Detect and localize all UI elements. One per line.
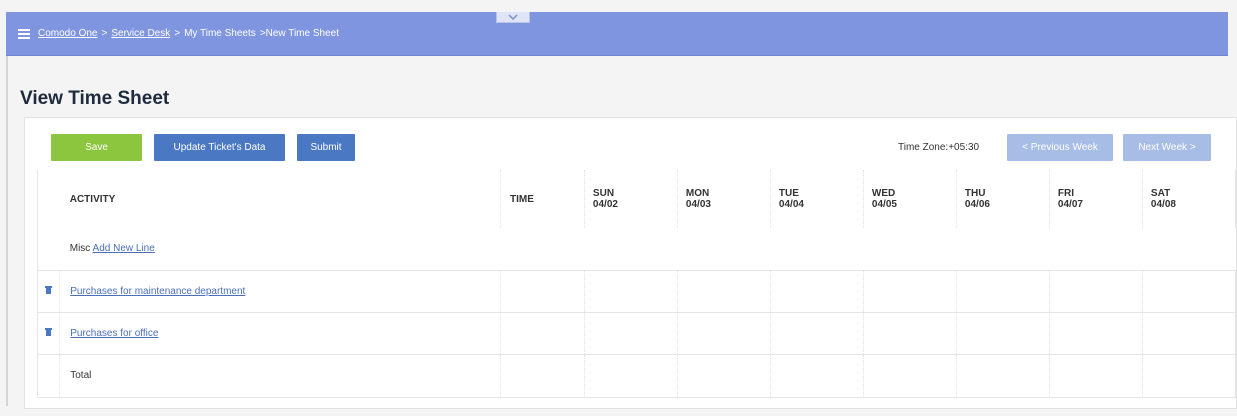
activity-link[interactable]: Purchases for office (70, 328, 158, 339)
day-cell[interactable] (1141, 269, 1237, 312)
breadcrumb-new-time-sheet: New Time Sheet (265, 28, 339, 39)
save-button[interactable]: Save (51, 134, 142, 161)
day-cell[interactable] (1048, 269, 1143, 312)
day-name: TUE (778, 188, 799, 199)
misc-cell: Misc Add New Line (60, 228, 1236, 270)
day-cell[interactable] (1048, 311, 1143, 354)
previous-week-button[interactable]: < Previous Week (1007, 134, 1113, 161)
trash-icon[interactable] (45, 285, 53, 294)
table-row: Purchases for maintenance department (36, 269, 1237, 312)
activity-cell: Purchases for office (59, 311, 501, 354)
day-name: THU (964, 188, 986, 199)
total-row: Total (36, 353, 1237, 398)
day-cell[interactable] (955, 269, 1050, 312)
total-day-cell (955, 353, 1050, 398)
day-name: SUN (592, 188, 615, 199)
total-day-cell (862, 353, 957, 398)
page-left-border (6, 56, 8, 406)
total-label: Total (59, 353, 501, 398)
day-header-tue: TUE 04/04 (769, 170, 864, 228)
activity-link[interactable]: Purchases for maintenance department (70, 286, 245, 297)
chevron-down-icon (508, 14, 518, 20)
breadcrumb-comodo-one[interactable]: Comodo One (38, 28, 97, 39)
total-day-cell (1048, 353, 1143, 398)
timesheet-panel: Save Update Ticket's Data Submit Time Zo… (24, 117, 1237, 409)
day-cell[interactable] (955, 311, 1050, 354)
total-time-cell (500, 353, 585, 398)
day-cell[interactable] (1141, 311, 1237, 354)
day-header-fri: FRI 04/07 (1048, 170, 1143, 228)
day-date: 04/07 (1057, 199, 1083, 210)
day-date: 04/05 (871, 199, 897, 210)
total-day-cell (676, 353, 771, 398)
top-navigation-bar: Comodo One > Service Desk > My Time Shee… (6, 12, 1228, 56)
day-cell[interactable] (769, 311, 864, 354)
day-name: FRI (1057, 188, 1075, 199)
time-cell (500, 311, 585, 354)
day-header-mon: MON 04/03 (676, 170, 771, 228)
menu-icon[interactable] (18, 28, 30, 39)
day-header-wed: WED 04/05 (862, 170, 957, 228)
misc-row: Misc Add New Line (36, 228, 1236, 270)
breadcrumb-my-time-sheets: My Time Sheets (184, 28, 256, 39)
timezone-label: Time Zone:+05:30 (898, 142, 980, 153)
breadcrumb-separator: > (174, 28, 181, 39)
trash-icon[interactable] (45, 327, 53, 336)
breadcrumb-separator: > (101, 28, 108, 39)
day-header-thu: THU 04/06 (955, 170, 1050, 228)
day-name: SAT (1150, 188, 1171, 199)
day-date: 04/06 (964, 199, 990, 210)
day-name: MON (685, 188, 710, 199)
next-week-button[interactable]: Next Week > (1123, 134, 1211, 161)
activity-header: ACTIVITY (69, 193, 116, 205)
day-name: WED (871, 188, 896, 199)
table-header-row: ACTIVITY TIME SUN 04/02 MON 04/03 TUE 04/04… (36, 170, 1237, 228)
update-tickets-data-button[interactable]: Update Ticket's Data (154, 134, 285, 161)
submit-button[interactable]: Submit (297, 134, 355, 161)
breadcrumb-service-desk[interactable]: Service Desk (111, 28, 170, 39)
day-cell[interactable] (862, 269, 957, 312)
day-date: 04/02 (592, 199, 618, 210)
page-title: View Time Sheet (20, 88, 170, 109)
day-header-sat: SAT 04/08 (1141, 170, 1237, 228)
day-cell[interactable] (676, 269, 771, 312)
total-day-cell (769, 353, 864, 398)
icon-column-header (36, 170, 60, 228)
total-day-cell (583, 353, 678, 398)
table-row: Purchases for office (36, 311, 1237, 354)
day-date: 04/08 (1150, 199, 1176, 210)
misc-label: Misc (69, 243, 91, 255)
time-cell (500, 269, 585, 312)
day-header-sun: SUN 04/02 (583, 170, 678, 228)
day-cell[interactable] (676, 311, 771, 354)
add-new-line-link[interactable]: Add New Line (93, 243, 155, 254)
day-date: 04/04 (778, 199, 804, 210)
day-cell[interactable] (862, 311, 957, 354)
timesheet-table: ACTIVITY TIME SUN 04/02 MON 04/03 TUE 04/04… (36, 170, 1237, 398)
total-day-cell (1141, 353, 1237, 398)
collapse-toggle[interactable] (496, 12, 530, 23)
day-cell[interactable] (769, 269, 864, 312)
day-cell[interactable] (583, 311, 678, 354)
day-date: 04/03 (685, 199, 711, 210)
activity-cell: Purchases for maintenance department (59, 269, 501, 312)
day-cell[interactable] (583, 269, 678, 312)
time-header: TIME (500, 170, 585, 228)
